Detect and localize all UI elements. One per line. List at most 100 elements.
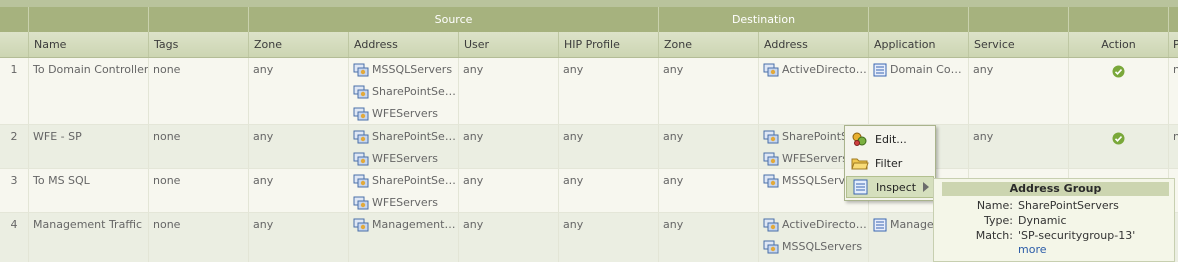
- action-cell[interactable]: [1069, 125, 1169, 168]
- rule-tags-cell[interactable]: none: [149, 58, 249, 124]
- hip-profile-text: any: [563, 218, 584, 231]
- source-user-text: any: [463, 174, 484, 187]
- address-group-icon: [353, 152, 369, 166]
- rule-index-text: 4: [10, 218, 18, 231]
- col-header-name[interactable]: Name: [29, 32, 149, 57]
- source-user-cell[interactable]: any: [459, 58, 559, 124]
- address-entry[interactable]: MSSQLServers: [353, 63, 458, 85]
- col-header-truncated[interactable]: P: [1169, 32, 1178, 57]
- source-zone-cell[interactable]: any: [249, 125, 349, 168]
- address-group-icon: [763, 130, 779, 144]
- application-entry[interactable]: Domain Cont...: [873, 63, 968, 85]
- address-group-icon: [353, 63, 369, 77]
- source-user-cell[interactable]: any: [459, 125, 559, 168]
- rule-name-cell[interactable]: To MS SQL: [29, 169, 149, 212]
- source-address-cell[interactable]: SharePointServ... WFEServers: [349, 125, 459, 168]
- truncated-col-cell[interactable]: n: [1169, 58, 1178, 124]
- tooltip-match-row: Match: 'SP-securitygroup-13': [975, 229, 1136, 242]
- destination-address-cell[interactable]: ActiveDirectory... MSSQLServers: [759, 213, 869, 262]
- column-header-row: Name Tags Zone Address User HIP Profile …: [0, 32, 1178, 58]
- address-entry[interactable]: WFEServers: [353, 196, 458, 212]
- destination-zone-cell[interactable]: any: [659, 125, 759, 168]
- action-cell[interactable]: [1069, 58, 1169, 124]
- col-header-source-address[interactable]: Address: [349, 32, 459, 57]
- address-entry[interactable]: SharePointServ...: [353, 85, 458, 107]
- rule-tags-cell[interactable]: none: [149, 169, 249, 212]
- source-zone-cell[interactable]: any: [249, 213, 349, 262]
- address-entry[interactable]: WFEServers: [353, 152, 458, 168]
- address-entry[interactable]: ManagementSe...: [353, 218, 458, 240]
- address-entry[interactable]: SharePointServ...: [353, 174, 458, 196]
- rule-name-text: WFE - SP: [33, 130, 82, 143]
- source-user-cell[interactable]: any: [459, 169, 559, 212]
- source-zone-cell[interactable]: any: [249, 169, 349, 212]
- hip-profile-cell[interactable]: any: [559, 213, 659, 262]
- rule-index-cell[interactable]: 3: [0, 169, 29, 212]
- rule-tags-text: none: [153, 218, 181, 231]
- source-zone-cell[interactable]: any: [249, 58, 349, 124]
- destination-address-cell[interactable]: ActiveDirectory...: [759, 58, 869, 124]
- source-address-cell[interactable]: SharePointServ... WFEServers: [349, 169, 459, 212]
- rule-index-cell[interactable]: 1: [0, 58, 29, 124]
- inspect-list-icon: [852, 179, 870, 195]
- rule-tags-cell[interactable]: none: [149, 213, 249, 262]
- rule-name-cell[interactable]: To Domain Controller: [29, 58, 149, 124]
- source-user-cell[interactable]: any: [459, 213, 559, 262]
- filter-folder-icon: [851, 155, 869, 171]
- application-cell[interactable]: Domain Cont...: [869, 58, 969, 124]
- destination-zone-cell[interactable]: any: [659, 213, 759, 262]
- rule-name-text: Management Traffic: [33, 218, 143, 231]
- col-header-application[interactable]: Application: [869, 32, 969, 57]
- rule-name-cell[interactable]: WFE - SP: [29, 125, 149, 168]
- col-header-hip-profile[interactable]: HIP Profile: [559, 32, 659, 57]
- address-group-icon: [353, 107, 369, 121]
- source-address-cell[interactable]: MSSQLServers SharePointServ... WFEServers: [349, 58, 459, 124]
- rule-index-cell[interactable]: 2: [0, 125, 29, 168]
- destination-zone-cell[interactable]: any: [659, 169, 759, 212]
- address-entry[interactable]: SharePointServ...: [353, 130, 458, 152]
- col-header-destination-address[interactable]: Address: [759, 32, 869, 57]
- source-zone-text: any: [253, 130, 274, 143]
- address-entry[interactable]: MSSQLServers: [763, 240, 868, 262]
- header-group-row: Source Destination: [0, 7, 1178, 32]
- menu-item-inspect[interactable]: Inspect: [846, 176, 934, 198]
- service-cell[interactable]: any: [969, 125, 1069, 168]
- source-zone-text: any: [253, 218, 274, 231]
- menu-item-filter[interactable]: Filter: [846, 152, 934, 174]
- rule-name-cell[interactable]: Management Traffic: [29, 213, 149, 262]
- truncated-col-cell[interactable]: n: [1169, 125, 1178, 168]
- rule-name-text: To Domain Controller: [33, 63, 149, 76]
- destination-zone-text: any: [663, 218, 684, 231]
- service-cell[interactable]: any: [969, 58, 1069, 124]
- tooltip-more-link[interactable]: more: [1018, 243, 1047, 256]
- table-row[interactable]: 1 To Domain Controller none any MSSQLServers…: [0, 58, 1178, 125]
- col-header-action[interactable]: Action: [1069, 32, 1169, 57]
- rule-tags-text: none: [153, 63, 181, 76]
- col-header-tags[interactable]: Tags: [149, 32, 249, 57]
- address-entry[interactable]: ActiveDirectory...: [763, 218, 868, 240]
- truncated-col-text: n: [1173, 130, 1178, 143]
- col-header-service[interactable]: Service: [969, 32, 1069, 57]
- top-strip: [0, 0, 1178, 7]
- hip-profile-cell[interactable]: any: [559, 58, 659, 124]
- destination-zone-cell[interactable]: any: [659, 58, 759, 124]
- address-group-icon: [763, 63, 779, 77]
- source-address-cell[interactable]: ManagementSe...: [349, 213, 459, 262]
- rule-index-cell[interactable]: 4: [0, 213, 29, 262]
- address-group-icon: [763, 174, 779, 188]
- application-group-icon: [873, 218, 887, 232]
- address-entry[interactable]: WFEServers: [353, 107, 458, 124]
- hip-profile-cell[interactable]: any: [559, 169, 659, 212]
- rule-index-text: 1: [10, 63, 18, 76]
- col-header-source-zone[interactable]: Zone: [249, 32, 349, 57]
- address-entry[interactable]: ActiveDirectory...: [763, 63, 868, 85]
- col-header-destination-zone[interactable]: Zone: [659, 32, 759, 57]
- menu-item-edit[interactable]: Edit...: [846, 128, 934, 150]
- hip-profile-cell[interactable]: any: [559, 125, 659, 168]
- rule-name-text: To MS SQL: [33, 174, 90, 187]
- service-text: any: [973, 130, 994, 143]
- table-row[interactable]: 2 WFE - SP none any SharePointServ... WFEServ…: [0, 125, 1178, 169]
- rule-tags-cell[interactable]: none: [149, 125, 249, 168]
- col-header-source-user[interactable]: User: [459, 32, 559, 57]
- source-user-text: any: [463, 63, 484, 76]
